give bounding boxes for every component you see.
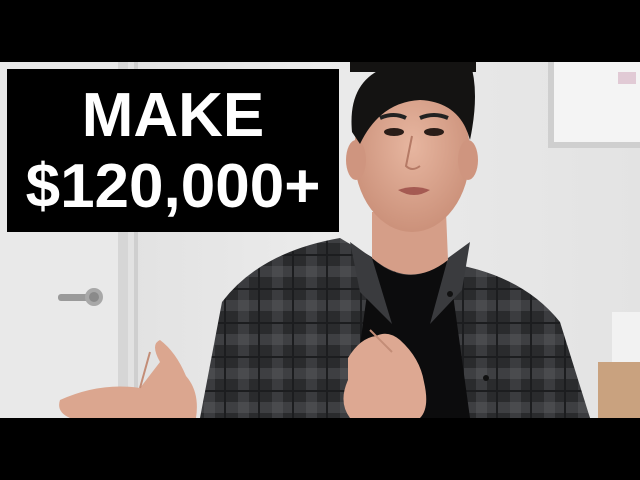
headline-line-2: $120,000+ bbox=[25, 152, 321, 221]
eye-left bbox=[384, 128, 404, 136]
headline-line-1: MAKE bbox=[81, 81, 265, 150]
letterbox-top bbox=[0, 0, 640, 62]
headline-box: MAKE $120,000+ bbox=[7, 69, 339, 232]
ear-left bbox=[346, 140, 366, 180]
eye-right bbox=[424, 128, 444, 136]
desk bbox=[598, 362, 640, 418]
ear-right bbox=[458, 140, 478, 180]
letterbox-bottom bbox=[0, 418, 640, 480]
